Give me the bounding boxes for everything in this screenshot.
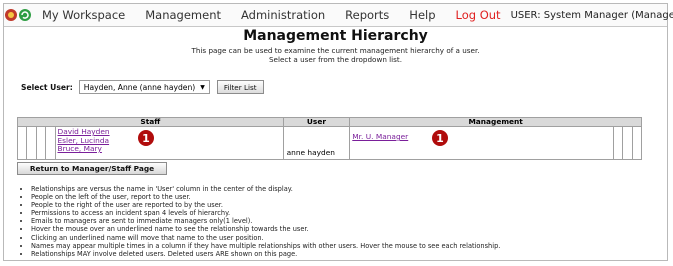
help-notes-list: Relationships are versus the name in 'Us… xyxy=(21,185,671,258)
page-title: Management Hierarchy xyxy=(243,28,428,44)
return-to-manager-staff-button[interactable]: Return to Manager/Staff Page xyxy=(17,162,167,175)
nav-administration[interactable]: Administration xyxy=(231,4,335,26)
note-item: Relationships are versus the name in 'Us… xyxy=(31,185,671,193)
nav-help[interactable]: Help xyxy=(399,4,445,26)
nav-management[interactable]: Management xyxy=(135,4,231,26)
note-item: Clicking an underlined name will move th… xyxy=(31,234,671,242)
page-description: This page can be used to examine the cur… xyxy=(4,46,667,64)
empty-cell xyxy=(16,126,28,160)
filter-list-button[interactable]: Filter List xyxy=(216,80,264,94)
manager-link-mr-u-manager[interactable]: Mr. U. Manager xyxy=(352,132,613,142)
staff-link-bruce-mary[interactable]: Bruce, Mary xyxy=(58,144,283,154)
user-cell: anne hayden xyxy=(282,126,351,160)
note-item: Permissions to access an incident span 4… xyxy=(31,209,671,217)
select-user-label: Select User: xyxy=(21,82,73,92)
user-select-value: Hayden, Anne (anne hayden) xyxy=(83,82,196,92)
top-nav-bar: My Workspace Management Administration R… xyxy=(4,4,673,27)
current-user-label: USER: System Manager (Manager) xyxy=(510,9,673,21)
empty-cell xyxy=(26,126,37,160)
empty-cell xyxy=(612,126,624,160)
management-cell: Mr. U. Manager xyxy=(349,126,614,160)
note-item: Relationships MAY involve deleted users.… xyxy=(31,250,671,258)
hierarchy-header-row: Staff User Management xyxy=(17,117,642,127)
callout-badge-staff: 1 xyxy=(138,130,154,146)
user-header: User xyxy=(282,117,351,127)
note-item: Emails to managers are sent to immediate… xyxy=(31,217,671,225)
empty-cell xyxy=(631,126,643,160)
description-line-1: This page can be used to examine the cur… xyxy=(191,46,480,55)
staff-cell: David Hayden Esler, Lucinda Bruce, Mary xyxy=(54,126,284,160)
empty-cell xyxy=(622,126,633,160)
empty-cell xyxy=(35,126,47,160)
nav-my-workspace[interactable]: My Workspace xyxy=(32,4,135,26)
staff-header: Staff xyxy=(17,117,284,127)
description-line-2: Select a user from the dropdown list. xyxy=(268,55,403,64)
app-logo-icon[interactable] xyxy=(4,4,18,26)
refresh-icon[interactable] xyxy=(18,4,32,26)
nav-log-out[interactable]: Log Out xyxy=(446,4,511,26)
note-item: People on the left of the user, report t… xyxy=(31,193,671,201)
note-item: Names may appear multiple times in a col… xyxy=(31,242,671,250)
callout-badge-management: 1 xyxy=(432,130,448,146)
hierarchy-table: Staff User Management David Hayden Esler… xyxy=(16,117,643,160)
chevron-down-icon: ▼ xyxy=(200,83,205,91)
management-header: Management xyxy=(349,117,642,127)
user-select-row: Select User: Hayden, Anne (anne hayden) … xyxy=(21,80,264,94)
hierarchy-row: David Hayden Esler, Lucinda Bruce, Mary … xyxy=(16,126,643,160)
app-frame: My Workspace Management Administration R… xyxy=(3,3,673,261)
empty-cell xyxy=(45,126,56,160)
user-select[interactable]: Hayden, Anne (anne hayden) ▼ xyxy=(78,80,210,94)
nav-reports[interactable]: Reports xyxy=(335,4,399,26)
note-item: People to the right of the user are repo… xyxy=(31,201,671,209)
note-item: Hover the mouse over an underlined name … xyxy=(31,225,671,233)
